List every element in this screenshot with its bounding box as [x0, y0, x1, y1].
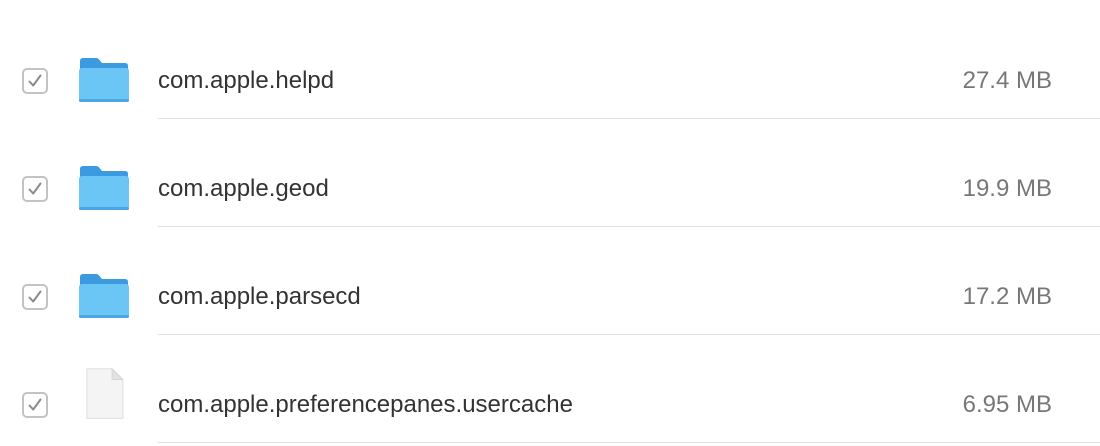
folder-icon — [79, 166, 129, 210]
file-size: 19.9 MB — [962, 175, 1052, 202]
row-divider — [158, 442, 1100, 443]
folder-icon — [79, 274, 129, 318]
file-checkbox[interactable] — [22, 176, 48, 202]
file-name: com.apple.preferencepanes.usercache — [158, 391, 573, 418]
file-size: 6.95 MB — [962, 391, 1052, 418]
file-list: com.apple.helpd 27.4 MB com.apple.geod 1… — [0, 0, 1100, 446]
file-checkbox[interactable] — [22, 284, 48, 310]
file-row[interactable]: com.apple.geod 19.9 MB — [0, 119, 1100, 227]
file-row[interactable]: com.apple.helpd 27.4 MB — [0, 11, 1100, 119]
file-checkbox[interactable] — [22, 392, 48, 418]
file-checkbox[interactable] — [22, 68, 48, 94]
file-size: 17.2 MB — [962, 283, 1052, 310]
checkmark-icon — [28, 290, 42, 303]
file-name: com.apple.geod — [158, 175, 329, 202]
file-name: com.apple.parsecd — [158, 283, 361, 310]
checkmark-icon — [28, 74, 42, 87]
checkmark-icon — [28, 182, 42, 195]
file-name: com.apple.helpd — [158, 67, 335, 94]
file-row[interactable]: com.apple.parsecd 17.2 MB — [0, 227, 1100, 335]
file-size: 27.4 MB — [962, 67, 1052, 94]
document-icon — [86, 367, 124, 419]
checkmark-icon — [28, 398, 42, 411]
file-row[interactable]: com.apple.preferencepanes.usercache 6.95… — [0, 335, 1100, 443]
folder-icon — [79, 58, 129, 102]
